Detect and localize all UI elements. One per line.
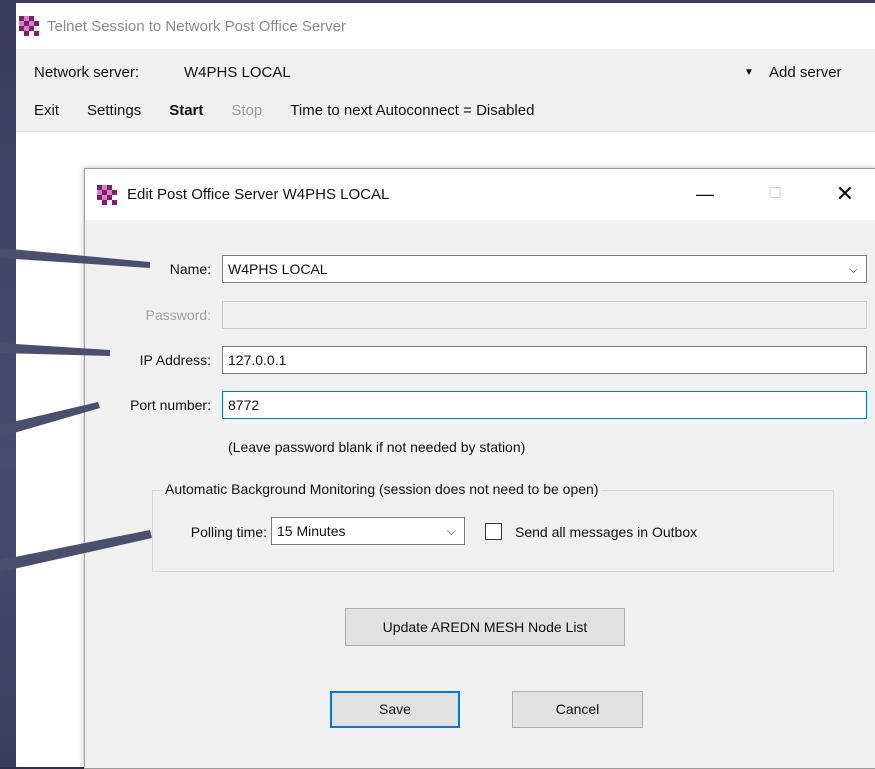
pointer-polling xyxy=(0,530,152,572)
callout-pointers xyxy=(0,248,152,572)
pointer-ip xyxy=(0,343,110,356)
pointer-port xyxy=(0,402,100,437)
pointer-name xyxy=(0,248,150,268)
